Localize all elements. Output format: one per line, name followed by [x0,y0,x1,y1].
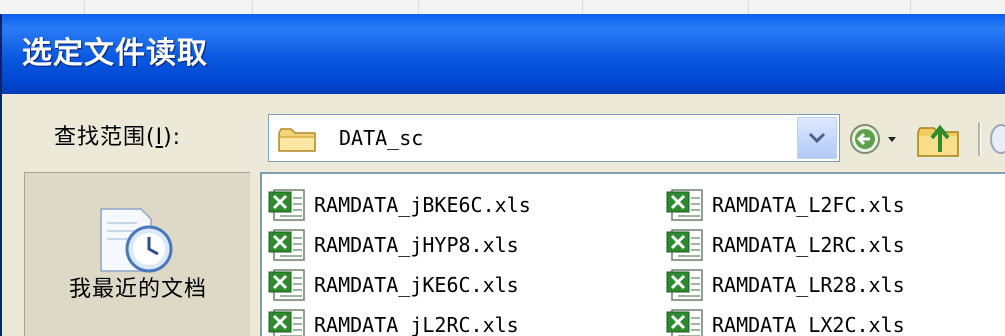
file-name: RAMDATA_jL2RC.xls [314,313,519,336]
toolbar-separator [978,122,981,156]
dialog-title: 选定文件读取 [22,36,208,71]
excel-file-icon [268,308,308,336]
file-name: RAMDATA_jKE6C.xls [314,273,519,297]
divider [252,0,253,14]
divider [84,0,85,14]
title-bar[interactable]: 选定文件读取 [2,14,1005,94]
excel-file-icon [268,228,308,266]
look-in-label-prefix: 查找范围( [54,125,156,150]
places-item-label: 我最近的文档 [68,277,207,302]
divider [910,0,911,14]
divider [582,0,583,14]
divider [748,0,749,14]
search-web-icon[interactable] [990,124,1005,154]
current-folder-value: DATA_sc [339,126,424,150]
up-one-level-button[interactable] [914,118,964,160]
file-name: RAMDATA_L2FC.xls [712,193,905,217]
open-file-dialog: 选定文件读取 查找范围(I): DATA_sc 我最近的文档 RAMDATA_j… [0,14,1005,336]
excel-file-icon [666,188,706,226]
look-in-dropdown-button[interactable] [797,117,837,159]
look-in-label: 查找范围(I): [54,124,181,152]
places-bar: 我最近的文档 [24,172,250,336]
background-window-strip [0,0,1005,15]
divider [418,0,419,14]
excel-file-icon [666,228,706,266]
chevron-down-icon [808,132,826,144]
look-in-label-accelerator: I [155,125,164,150]
up-folder-icon [917,124,959,157]
file-name: RAMDATA_jHYP8.xls [314,233,519,257]
look-in-label-suffix: ): [163,125,182,150]
file-name: RAMDATA_LX2C.xls [712,313,905,336]
recent-documents-icon [97,205,181,279]
back-arrow-icon [850,124,896,154]
file-list[interactable]: RAMDATA_jBKE6C.xls RAMDATA_jHYP8.xls RAM… [260,172,1005,336]
file-name: RAMDATA_LR28.xls [712,273,905,297]
back-button[interactable] [848,120,902,158]
file-name: RAMDATA_L2RC.xls [712,233,905,257]
look-in-combobox[interactable]: DATA_sc [268,114,840,162]
excel-file-icon [268,268,308,306]
excel-file-icon [666,268,706,306]
file-name: RAMDATA_jBKE6C.xls [314,193,531,217]
places-item-recent-documents[interactable]: 我最近的文档 [27,175,249,336]
excel-file-icon [666,308,706,336]
screen: 选定文件读取 查找范围(I): DATA_sc 我最近的文档 RAMDATA_j… [0,0,1005,336]
folder-icon [277,127,319,157]
excel-file-icon [268,188,308,226]
